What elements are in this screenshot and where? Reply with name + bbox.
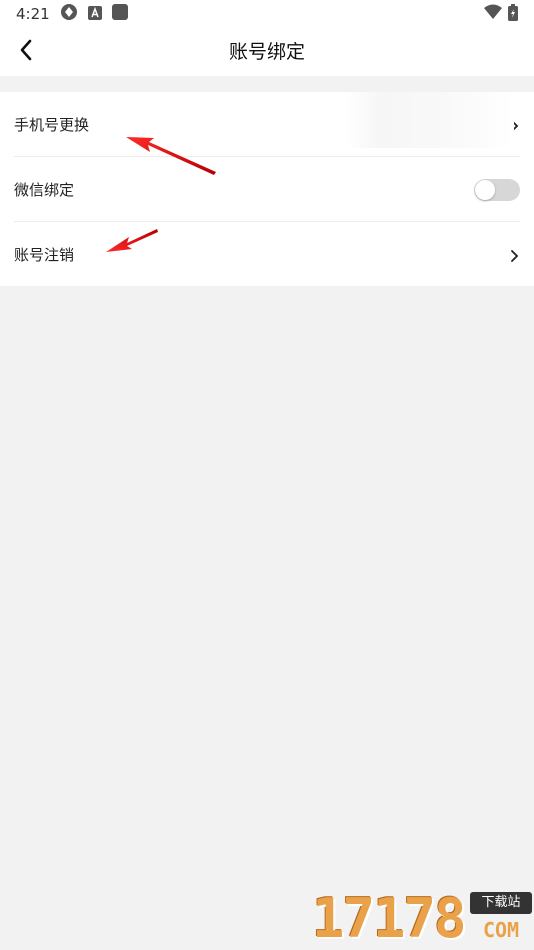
wifi-icon <box>484 4 502 24</box>
status-bar: 4:21 <box>0 0 534 28</box>
back-button[interactable] <box>8 34 44 70</box>
annotation-arrow-icon <box>126 137 216 175</box>
a-badge-icon <box>88 5 102 24</box>
chevron-left-icon <box>19 39 33 65</box>
watermark-logo: 17178 下载站 COM <box>308 888 534 950</box>
annotation-arrow-icon <box>106 229 158 252</box>
watermark-badge: 下载站 <box>470 892 532 914</box>
watermark-number: 17178 <box>312 887 467 950</box>
page-title: 账号绑定 <box>228 41 305 63</box>
status-icons-right <box>484 3 518 25</box>
settings-row-account-cancel[interactable]: 账号注销 <box>14 222 520 287</box>
row-label: 微信绑定 <box>14 181 75 199</box>
status-icons-left <box>60 3 128 25</box>
wechat-bind-toggle[interactable] <box>474 178 520 201</box>
square-icon <box>112 4 128 24</box>
row-label: 账号注销 <box>14 246 75 264</box>
nav-bar: 账号绑定 <box>0 28 534 76</box>
watermark-suffix: COM <box>482 918 520 942</box>
battery-icon <box>508 3 518 25</box>
sync-icon <box>60 3 78 25</box>
redaction-blur <box>346 92 514 148</box>
settings-row-wechat-bind: 微信绑定 <box>14 157 520 222</box>
toggle-knob <box>475 179 495 200</box>
section-gap <box>0 76 534 92</box>
chevron-right-icon <box>508 248 520 262</box>
row-label: 手机号更换 <box>14 116 90 134</box>
status-time: 4:21 <box>16 5 50 23</box>
